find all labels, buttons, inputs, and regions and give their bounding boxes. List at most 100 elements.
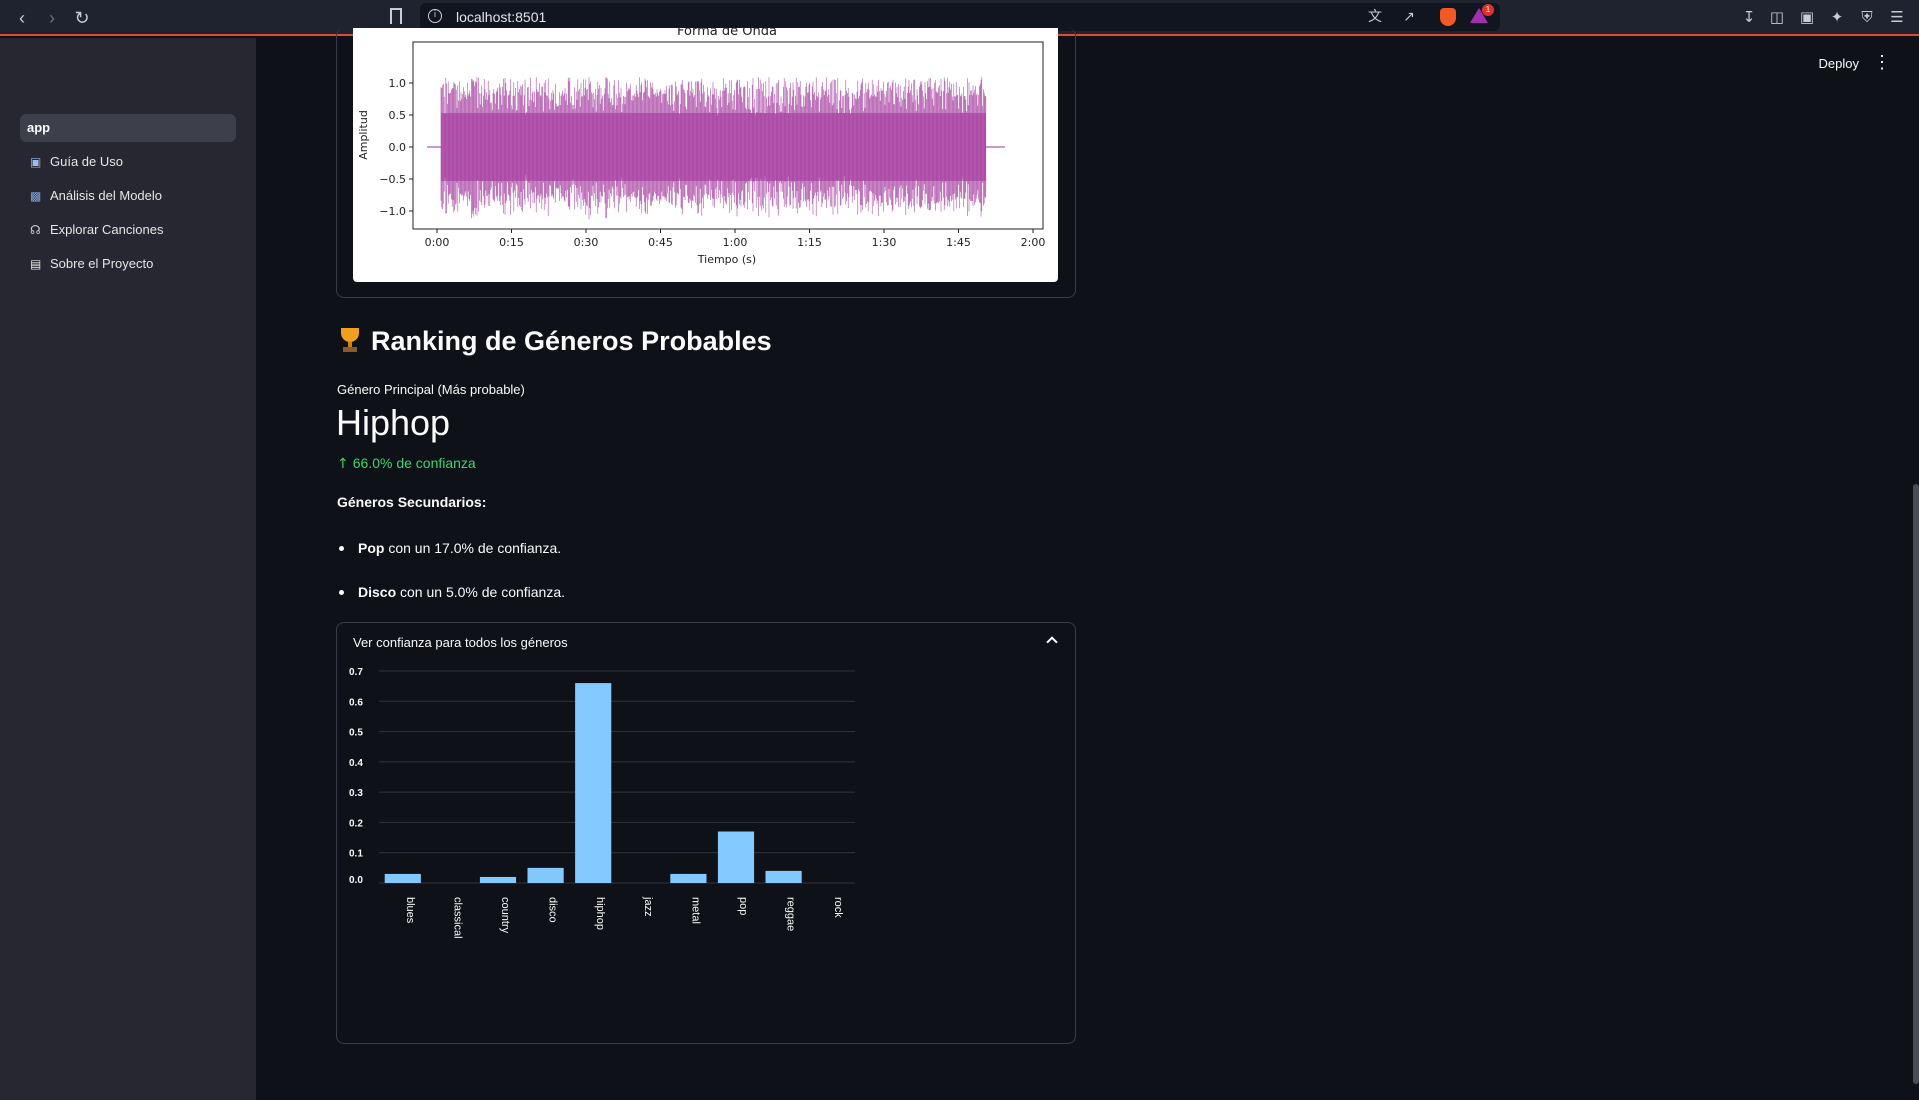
x-tick-label: rock	[832, 897, 844, 918]
y-tick-label: 0.4	[349, 758, 363, 769]
back-icon[interactable]: ‹	[10, 6, 34, 30]
x-tick-label: country	[499, 897, 511, 934]
main-content: Deploy ⋮ Forma de Onda 1.0 0.5 0.0 −0.5 −1.0…	[256, 28, 1919, 1100]
y-tick-label: 0.5	[349, 728, 363, 739]
list-item: Disco con un 5.0% de confianza.	[337, 584, 565, 600]
chevron-up-icon[interactable]	[1047, 635, 1057, 645]
sidebar-item-sobre[interactable]: ▤ Sobre el Proyecto	[20, 250, 236, 278]
bar-reggae[interactable]	[765, 870, 802, 883]
metric-delta: ↑ 66.0% de confianza	[337, 455, 476, 472]
waveform-ytick: −0.5	[379, 173, 406, 186]
sidebar-item-label: Sobre el Proyecto	[50, 256, 154, 271]
reload-icon[interactable]: ↻	[70, 6, 94, 30]
x-tick-label: disco	[547, 897, 559, 923]
secondary-heading: Géneros Secundarios:	[337, 494, 487, 510]
confidence-bar-chart: 0.0 0.1 0.2 0.3 0.4 0.5 0.6 0.7 blues classical c…	[349, 667, 855, 939]
sidebar: app ▣ Guía de Uso ▩ Análisis del Modelo ☊ E…	[0, 38, 256, 1100]
y-tick-label: 0.0	[349, 875, 363, 886]
waveform-plot: Forma de Onda 1.0 0.5 0.0 −0.5 −1.0 0:00 0:15…	[353, 28, 1058, 282]
x-tick-label: classical	[451, 897, 463, 939]
y-tick-label: 0.2	[349, 818, 363, 829]
genre-confidence: con un 17.0% de confianza.	[384, 540, 562, 556]
bar-chart-icon: ▩	[30, 189, 42, 203]
sidebar-item-guia[interactable]: ▣ Guía de Uso	[20, 148, 236, 176]
bar-country[interactable]	[479, 876, 517, 883]
brave-shields-icon[interactable]	[1440, 8, 1456, 26]
waveform-xtick: 0:00	[425, 236, 450, 249]
sidebar-item-label: Análisis del Modelo	[50, 188, 163, 203]
bar-metal[interactable]	[670, 873, 707, 883]
list-item: Pop con un 17.0% de confianza.	[337, 540, 561, 556]
metric-value: Hiphop	[336, 402, 451, 443]
genre-name: Pop	[358, 540, 385, 556]
address-bar[interactable]: i localhost:8501 文 ↗ 1	[420, 3, 1500, 31]
trophy-icon	[337, 327, 363, 353]
waveform-ytick: 1.0	[389, 77, 407, 90]
waveform-ytick: 0.0	[389, 141, 407, 154]
waveform-xtick: 0:30	[574, 236, 599, 249]
waveform-container: Forma de Onda 1.0 0.5 0.0 −0.5 −1.0 0:00 0:15…	[336, 28, 1076, 298]
expander-label[interactable]: Ver confianza para todos los géneros	[353, 635, 568, 650]
genre-name: Disco	[358, 584, 397, 600]
x-tick-label: reggae	[785, 897, 797, 931]
y-tick-label: 0.3	[349, 788, 363, 799]
x-tick-label: blues	[404, 897, 416, 924]
bar-hiphop[interactable]	[575, 683, 612, 883]
x-tick-label: metal	[689, 897, 701, 924]
metric-delta-text: 66.0% de confianza	[352, 455, 476, 471]
bar-disco[interactable]	[527, 867, 564, 883]
waveform-ylabel: Amplitud	[357, 110, 370, 160]
y-tick-label: 0.7	[349, 667, 363, 678]
translate-icon[interactable]: 文	[1366, 8, 1384, 26]
confidence-expander: Ver confianza para todos los géneros 0.0…	[336, 622, 1076, 1044]
sidebar-item-explorar[interactable]: ☊ Explorar Canciones	[20, 216, 236, 244]
genre-confidence: con un 5.0% de confianza.	[396, 584, 566, 600]
main-menu-icon[interactable]: ⋮	[1873, 52, 1891, 73]
x-tick-label: jazz	[642, 896, 654, 917]
download-icon[interactable]: ↧	[1738, 6, 1760, 28]
ranking-heading: Ranking de Géneros Probables	[337, 326, 772, 357]
brave-rewards-icon[interactable]: 1	[1470, 4, 1494, 24]
sidebar-item-label: Guía de Uso	[50, 154, 123, 169]
waveform-xtick: 0:15	[499, 236, 524, 249]
sidebar-toggle-icon[interactable]: ◫	[1766, 6, 1788, 28]
waveform-xtick: 1:00	[723, 236, 748, 249]
y-tick-label: 0.1	[349, 849, 363, 860]
bookmark-icon[interactable]	[390, 8, 402, 24]
ranking-title: Ranking de Géneros Probables	[371, 326, 772, 356]
waveform-ytick: −1.0	[379, 205, 406, 218]
waveform-xtick: 1:15	[797, 236, 822, 249]
waveform-ytick: 0.5	[389, 109, 407, 122]
sidebar-item-label: Explorar Canciones	[50, 222, 164, 237]
x-tick-label: pop	[737, 897, 749, 915]
book-icon: ▣	[30, 155, 42, 169]
menu-icon[interactable]: ☰	[1886, 6, 1908, 28]
arrow-up-icon: ↑	[337, 456, 349, 472]
leo-ai-icon[interactable]: ✦	[1826, 6, 1848, 28]
metric-label: Género Principal (Más probable)	[337, 382, 525, 397]
notification-badge: 1	[1482, 4, 1494, 16]
sidebar-item-analisis[interactable]: ▩ Análisis del Modelo	[20, 182, 236, 210]
bar-blues[interactable]	[384, 873, 421, 883]
waveform-xtick: 0:45	[648, 236, 673, 249]
bar-pop[interactable]	[717, 831, 755, 883]
waveform-xtick: 2:00	[1021, 236, 1046, 249]
sidebar-item-label: app	[27, 120, 51, 135]
wallet-icon[interactable]: ▣	[1796, 6, 1818, 28]
sidebar-item-app[interactable]: app	[20, 114, 236, 142]
document-icon: ▤	[30, 257, 42, 271]
deploy-button[interactable]: Deploy	[1819, 56, 1859, 71]
waveform-xtick: 1:45	[946, 236, 971, 249]
url-text: localhost:8501	[456, 9, 547, 25]
x-tick-label: hiphop	[594, 897, 606, 930]
waveform-xtick: 1:30	[872, 236, 897, 249]
scrollbar[interactable]	[1913, 484, 1919, 1084]
vpn-icon[interactable]: ⛨	[1856, 6, 1878, 28]
y-tick-label: 0.6	[349, 697, 363, 708]
forward-icon[interactable]: ›	[40, 6, 64, 30]
waveform-title: Forma de Onda	[677, 28, 777, 39]
site-info-icon[interactable]: i	[428, 9, 442, 23]
headphones-icon: ☊	[30, 223, 41, 237]
share-icon[interactable]: ↗	[1400, 8, 1418, 26]
waveform-xlabel: Tiempo (s)	[697, 253, 756, 266]
